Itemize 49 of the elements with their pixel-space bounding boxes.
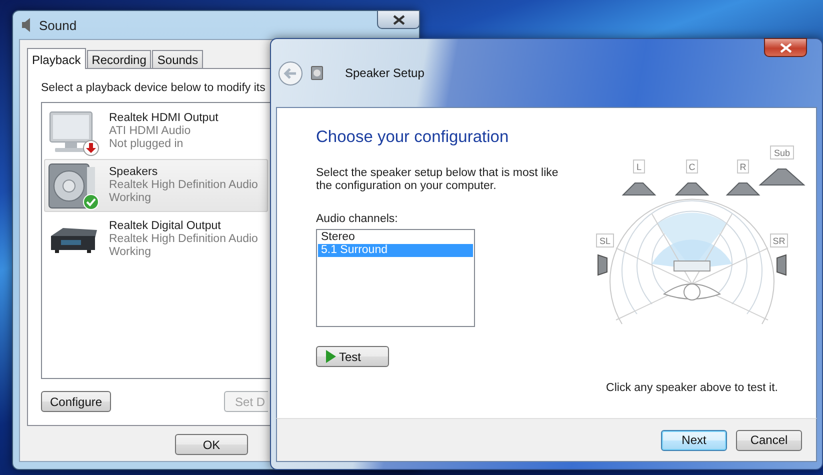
device-driver: Realtek High Definition Audio — [109, 233, 258, 246]
device-driver: Realtek High Definition Audio — [109, 179, 258, 192]
channel-option[interactable]: Stereo — [318, 231, 473, 244]
close-icon — [780, 42, 792, 52]
speaker-label: L — [633, 160, 645, 174]
hint-text: Click any speaker above to test it. — [606, 382, 778, 394]
tab[interactable]: Playback — [27, 48, 86, 69]
window-title: Speaker Setup — [345, 66, 424, 80]
speaker-label: C — [686, 160, 698, 174]
device-status: Working — [109, 192, 152, 205]
speaker-icon[interactable] — [674, 182, 710, 196]
cancel-button[interactable]: Cancel — [736, 430, 802, 450]
speaker-label: SL — [596, 234, 614, 248]
speaker-icon[interactable] — [598, 254, 608, 276]
speaker-icon — [21, 18, 33, 32]
window-title: Sound — [39, 18, 77, 32]
play-icon — [325, 350, 336, 363]
device-status: Working — [109, 246, 152, 259]
speaker-icon — [311, 66, 323, 80]
device-status: Not plugged in — [109, 138, 184, 151]
device-item[interactable]: Realtek HDMI Output ATI HDMI Audio Not plugged in — [44, 105, 268, 158]
speaker-label: R — [737, 160, 749, 174]
speaker-icon[interactable] — [776, 254, 786, 276]
device-name: Realtek HDMI Output — [109, 112, 218, 125]
close-button[interactable] — [377, 10, 420, 29]
close-button[interactable] — [764, 38, 807, 57]
page-heading: Choose your configuration — [316, 128, 509, 146]
close-icon — [392, 14, 404, 24]
device-item[interactable]: Speakers Realtek High Definition Audio Working — [44, 159, 268, 212]
instruction-text: Select a playback device below to modify its — [41, 82, 266, 94]
next-button[interactable]: Next — [661, 430, 727, 450]
device-driver: ATI HDMI Audio — [109, 125, 192, 138]
speaker-icon[interactable] — [758, 168, 806, 186]
device-name: Speakers — [109, 166, 159, 179]
configure-button[interactable]: Configure — [41, 391, 112, 412]
device-name: Realtek Digital Output — [109, 220, 222, 233]
speaker-icon[interactable] — [622, 182, 656, 196]
back-button[interactable] — [278, 60, 303, 86]
field-label: Audio channels: — [316, 213, 399, 225]
device-item[interactable]: Realtek Digital Output Realtek High Definition Audio Working — [44, 213, 268, 266]
tab[interactable]: Recording — [86, 50, 152, 68]
description-text: Select the speaker setup below that is most like the configuration on your computer. — [316, 167, 560, 193]
speaker-label: SR — [770, 234, 788, 248]
test-button[interactable]: Test — [316, 346, 389, 367]
tab[interactable]: Sounds — [152, 50, 204, 68]
ok-button[interactable]: OK — [175, 434, 248, 455]
speaker-label: Sub — [770, 146, 794, 160]
channels-list[interactable]: Stereo 5.1 Surround — [316, 229, 475, 327]
speaker-icon[interactable] — [726, 182, 760, 196]
